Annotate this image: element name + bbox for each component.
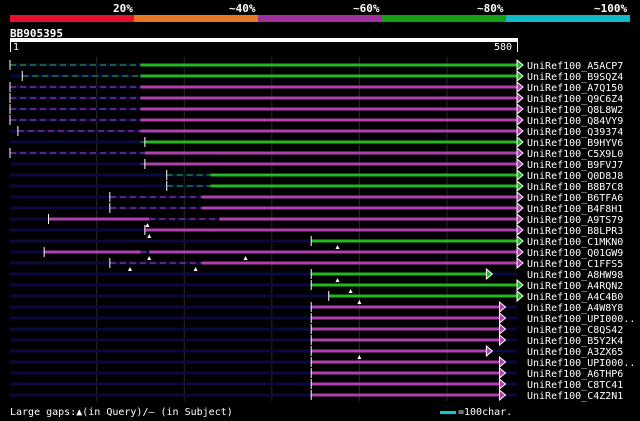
alignment-chart: UniRef100_A5ACP7UniRef100_B9SQZ4UniRef10…	[9, 57, 635, 402]
hit-end-arrow	[498, 322, 507, 336]
gap-marker	[147, 234, 152, 238]
hit-label: UniRef100_Q0D8J8	[527, 171, 623, 182]
hit-end-arrow	[516, 69, 524, 83]
hit-label: UniRef100_A7Q150	[527, 83, 623, 94]
hit-end-arrow	[498, 355, 507, 369]
hit-label: UniRef100_C4Z2N1	[527, 391, 623, 402]
hit-label: UniRef100_C8TC41	[527, 380, 623, 391]
gap-marker	[193, 267, 198, 271]
hit-label: UniRef100_B4F8H1	[527, 204, 623, 215]
hit-label: UniRef100_C1MKN0	[527, 237, 623, 248]
hit-end-arrow	[516, 201, 524, 215]
gap-marker	[357, 355, 362, 359]
hit-label: UniRef100_C8QS42	[527, 325, 623, 336]
hit-end-arrow	[516, 212, 524, 226]
hit-label: UniRef100_A4RQN2	[527, 281, 623, 292]
hit-end-arrow	[516, 124, 524, 138]
hit-label: UniRef100_B5Y2K4	[527, 336, 623, 347]
char-scale-label: =100char.	[458, 407, 513, 418]
hit-end-arrow	[516, 157, 524, 171]
hit-end-arrow	[516, 102, 524, 116]
hit-end-arrow	[516, 289, 524, 303]
hit-end-arrow	[516, 234, 524, 248]
gap-marker	[335, 245, 340, 249]
hit-end-arrow	[485, 344, 494, 358]
hit-end-arrow	[516, 223, 524, 237]
hit-end-arrow	[516, 245, 524, 259]
hit-label: UniRef100_B6TFA6	[527, 193, 623, 204]
hit-label: UniRef100_B9SQZ4	[527, 72, 623, 83]
hit-end-arrow	[516, 168, 524, 182]
hit-label: UniRef100_C5X9L0	[527, 149, 623, 160]
gap-legend: Large gaps:▲(in Query)/– (in Subject)	[10, 407, 233, 418]
hit-end-arrow	[498, 300, 507, 314]
hit-label: UniRef100_A6THP6	[527, 369, 623, 380]
hit-label: UniRef100_Q39374	[527, 127, 623, 138]
hit-label: UniRef100_A9TS79	[527, 215, 623, 226]
hit-label: UniRef100_A4W8Y8	[527, 303, 623, 314]
gap-marker	[147, 256, 152, 260]
hit-end-arrow	[498, 366, 507, 380]
hit-label: UniRef100_A3ZX65	[527, 347, 623, 358]
hit-end-arrow	[516, 146, 524, 160]
hit-end-arrow	[498, 377, 507, 391]
hit-end-arrow	[485, 267, 494, 281]
hit-end-arrow	[516, 256, 524, 270]
hit-end-arrow	[516, 113, 524, 127]
hit-label: UniRef100_UPI000..	[527, 358, 635, 369]
hit-label: UniRef100_Q8L8W2	[527, 105, 623, 116]
hit-end-arrow	[498, 333, 507, 347]
hit-end-arrow	[498, 388, 507, 402]
hit-label: UniRef100_C1FFS5	[527, 259, 623, 270]
hit-label: UniRef100_A4C4B0	[527, 292, 623, 303]
hit-end-arrow	[516, 91, 524, 105]
hit-label: UniRef100_Q84VY9	[527, 116, 623, 127]
gap-marker	[243, 256, 248, 260]
gap-marker	[145, 223, 150, 227]
gap-marker	[335, 278, 340, 282]
hit-label: UniRef100_A8HW98	[527, 270, 623, 281]
hit-end-arrow	[516, 179, 524, 193]
char-scale-legend: =100char.	[440, 407, 512, 418]
hit-label: UniRef100_Q01GW9	[527, 248, 623, 259]
hit-end-arrow	[516, 135, 524, 149]
gap-marker	[357, 300, 362, 304]
hit-end-arrow	[498, 311, 507, 325]
hit-label: UniRef100_A5ACP7	[527, 61, 623, 72]
hit-end-arrow	[516, 58, 524, 72]
hit-label: UniRef100_B8LPR3	[527, 226, 623, 237]
hit-end-arrow	[516, 190, 524, 204]
hit-label: UniRef100_B9HYV6	[527, 138, 623, 149]
hit-label: UniRef100_UPI000..	[527, 314, 635, 325]
hit-end-arrow	[516, 278, 524, 292]
hit-label: UniRef100_Q9C6Z4	[527, 94, 623, 105]
hit-end-arrow	[516, 80, 524, 94]
hit-label: UniRef100_B9FVJ7	[527, 160, 623, 171]
scale-swatch	[440, 410, 456, 414]
gap-marker	[348, 289, 353, 293]
hit-label: UniRef100_B8B7C8	[527, 182, 623, 193]
gap-marker	[127, 267, 132, 271]
